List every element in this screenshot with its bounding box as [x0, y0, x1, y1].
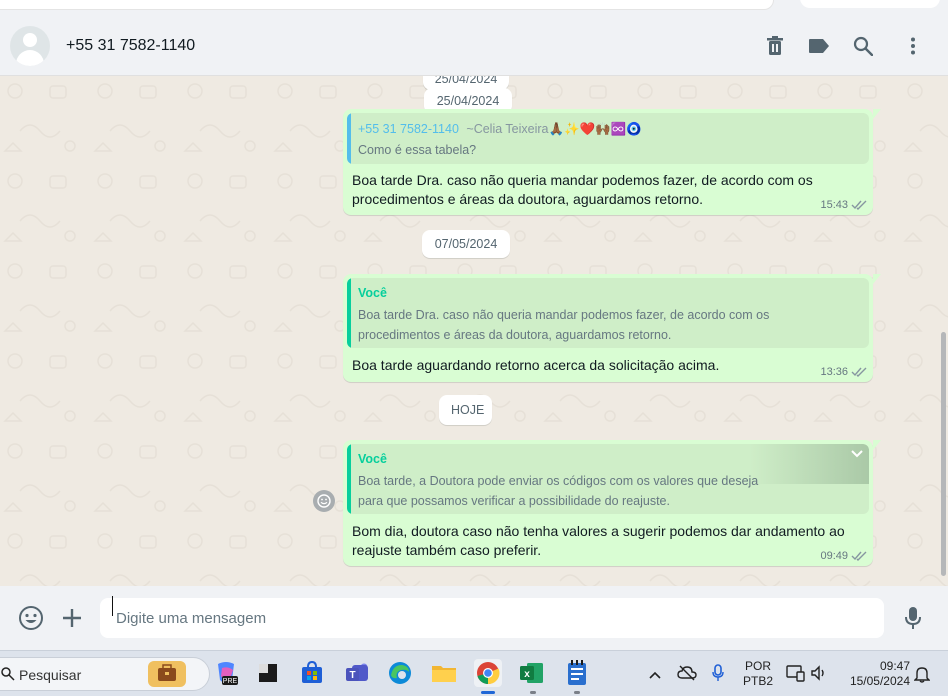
quote-text: para que possamos verificar a possibilid… — [358, 494, 670, 508]
chat-header[interactable]: +55 31 7582-1140 — [0, 16, 948, 76]
chat-area[interactable]: 25/04/2024 25/04/2024 +55 31 7582-1140 ~… — [0, 76, 948, 586]
message-text-line: Boa tarde aguardando retorno acerca da s… — [352, 357, 720, 373]
search-icon[interactable] — [851, 34, 875, 58]
quote-author: Você — [358, 452, 387, 466]
message-meta: 13:36 — [820, 366, 867, 378]
avatar-body — [16, 50, 44, 66]
quote-text: Boa tarde, a Doutora pode enviar os códi… — [358, 474, 759, 488]
message-meta: 09:49 — [820, 550, 867, 562]
taskbar-search-box[interactable]: Pesquisar — [0, 657, 210, 691]
message-text-line: procedimentos e áreas da doutora, aguard… — [352, 191, 703, 207]
quote-author: Você — [358, 286, 387, 300]
text-caret — [112, 596, 113, 616]
double-check-icon — [851, 367, 867, 377]
bubble-tail — [873, 274, 881, 284]
top-pill-right — [800, 0, 940, 8]
date-divider: 07/05/2024 — [422, 230, 510, 258]
edge-icon[interactable] — [386, 659, 414, 687]
message-bubble-outgoing[interactable]: Você Boa tarde Dra. caso não queria mand… — [343, 274, 881, 382]
message-composer — [0, 586, 948, 650]
mic-icon[interactable] — [904, 606, 922, 632]
quote-text: procedimentos e áreas da doutora, aguard… — [358, 328, 672, 342]
quote-author: +55 31 7582-1140 ~Celia Teixeira🙏🏾✨❤️🙌🏾♾… — [358, 122, 642, 136]
date-divider: HOJE — [439, 395, 492, 425]
bubble-tail — [873, 109, 881, 119]
plus-icon[interactable] — [61, 607, 83, 629]
input-language[interactable]: POR PTB2 — [740, 659, 776, 689]
label-icon[interactable] — [807, 34, 831, 58]
browser-top-strip — [0, 0, 948, 16]
message-bubble-outgoing[interactable]: +55 31 7582-1140 ~Celia Teixeira🙏🏾✨❤️🙌🏾♾… — [343, 109, 881, 215]
svg-text:x: x — [524, 669, 530, 680]
message-time: 15:43 — [820, 199, 848, 211]
clock-date: 15/05/2024 — [849, 674, 910, 688]
avatar-head — [23, 33, 37, 47]
quote-bar — [347, 113, 351, 164]
svg-text:PRE: PRE — [223, 678, 238, 685]
taskbar-clock[interactable]: 09:47 15/05/2024 — [840, 659, 910, 689]
top-search-pill — [0, 0, 774, 10]
trash-icon[interactable] — [763, 34, 787, 58]
quote-text: Como é essa tabela? — [358, 143, 477, 157]
cloud-off-icon[interactable] — [677, 665, 697, 686]
message-meta: 15:43 — [820, 199, 867, 211]
react-emoji-icon[interactable] — [313, 490, 335, 512]
notepad-icon[interactable] — [563, 659, 591, 687]
app-running-indicator — [530, 691, 536, 694]
mic-icon[interactable] — [712, 664, 724, 687]
excel-icon[interactable]: x — [518, 659, 546, 687]
message-bubble-outgoing[interactable]: Você Boa tarde, a Doutora pode enviar os… — [343, 440, 881, 566]
quoted-message[interactable]: +55 31 7582-1140 ~Celia Teixeira🙏🏾✨❤️🙌🏾♾… — [347, 113, 869, 164]
terminal-icon[interactable] — [254, 659, 282, 687]
double-check-icon — [851, 200, 867, 210]
quote-text: Boa tarde Dra. caso não queria mandar po… — [358, 308, 770, 322]
bubble-tail — [873, 440, 881, 450]
message-time: 13:36 — [820, 366, 848, 378]
message-time: 09:49 — [820, 550, 848, 562]
chevron-up-icon[interactable] — [648, 667, 662, 685]
copilot-icon[interactable]: PRE — [212, 659, 240, 687]
file-explorer-icon[interactable] — [430, 659, 458, 687]
taskbar-search-label: Pesquisar — [19, 667, 82, 683]
quote-bar — [347, 278, 351, 348]
store-icon[interactable] — [298, 659, 326, 687]
chat-scrollbar-thumb[interactable] — [941, 332, 946, 576]
message-text-line: Bom dia, doutora caso não tenha valores … — [352, 523, 845, 539]
more-vert-icon[interactable] — [901, 34, 925, 58]
windows-taskbar: Pesquisar PRE T x POR PTB2 09:47 15/05/2… — [0, 650, 948, 696]
quoted-message[interactable]: Você Boa tarde, a Doutora pode enviar os… — [347, 444, 869, 514]
briefcase-icon[interactable] — [148, 661, 186, 687]
network-icon[interactable] — [786, 664, 806, 687]
emoji-icon[interactable] — [18, 605, 44, 631]
app-active-indicator — [481, 691, 495, 694]
double-check-icon — [851, 551, 867, 561]
lang-top: POR — [744, 659, 771, 673]
quote-bar — [347, 444, 351, 514]
message-input[interactable] — [100, 598, 884, 638]
svg-text:T: T — [349, 670, 355, 681]
chrome-icon[interactable] — [474, 659, 502, 687]
message-text-line: Boa tarde Dra. caso não queria mandar po… — [352, 172, 813, 188]
contact-name[interactable]: +55 31 7582-1140 — [66, 37, 195, 55]
volume-icon[interactable] — [810, 665, 828, 686]
clock-time: 09:47 — [879, 659, 910, 673]
message-text-line: reajuste também caso preferir. — [352, 542, 542, 558]
chevron-down-icon[interactable] — [849, 446, 865, 462]
lang-bottom: PTB2 — [742, 674, 773, 688]
avatar[interactable] — [10, 26, 50, 66]
search-icon — [1, 667, 15, 681]
teams-icon[interactable]: T — [343, 659, 371, 687]
app-running-indicator — [574, 691, 580, 694]
quoted-message[interactable]: Você Boa tarde Dra. caso não queria mand… — [347, 278, 869, 348]
notification-bell-icon[interactable] — [913, 665, 931, 688]
